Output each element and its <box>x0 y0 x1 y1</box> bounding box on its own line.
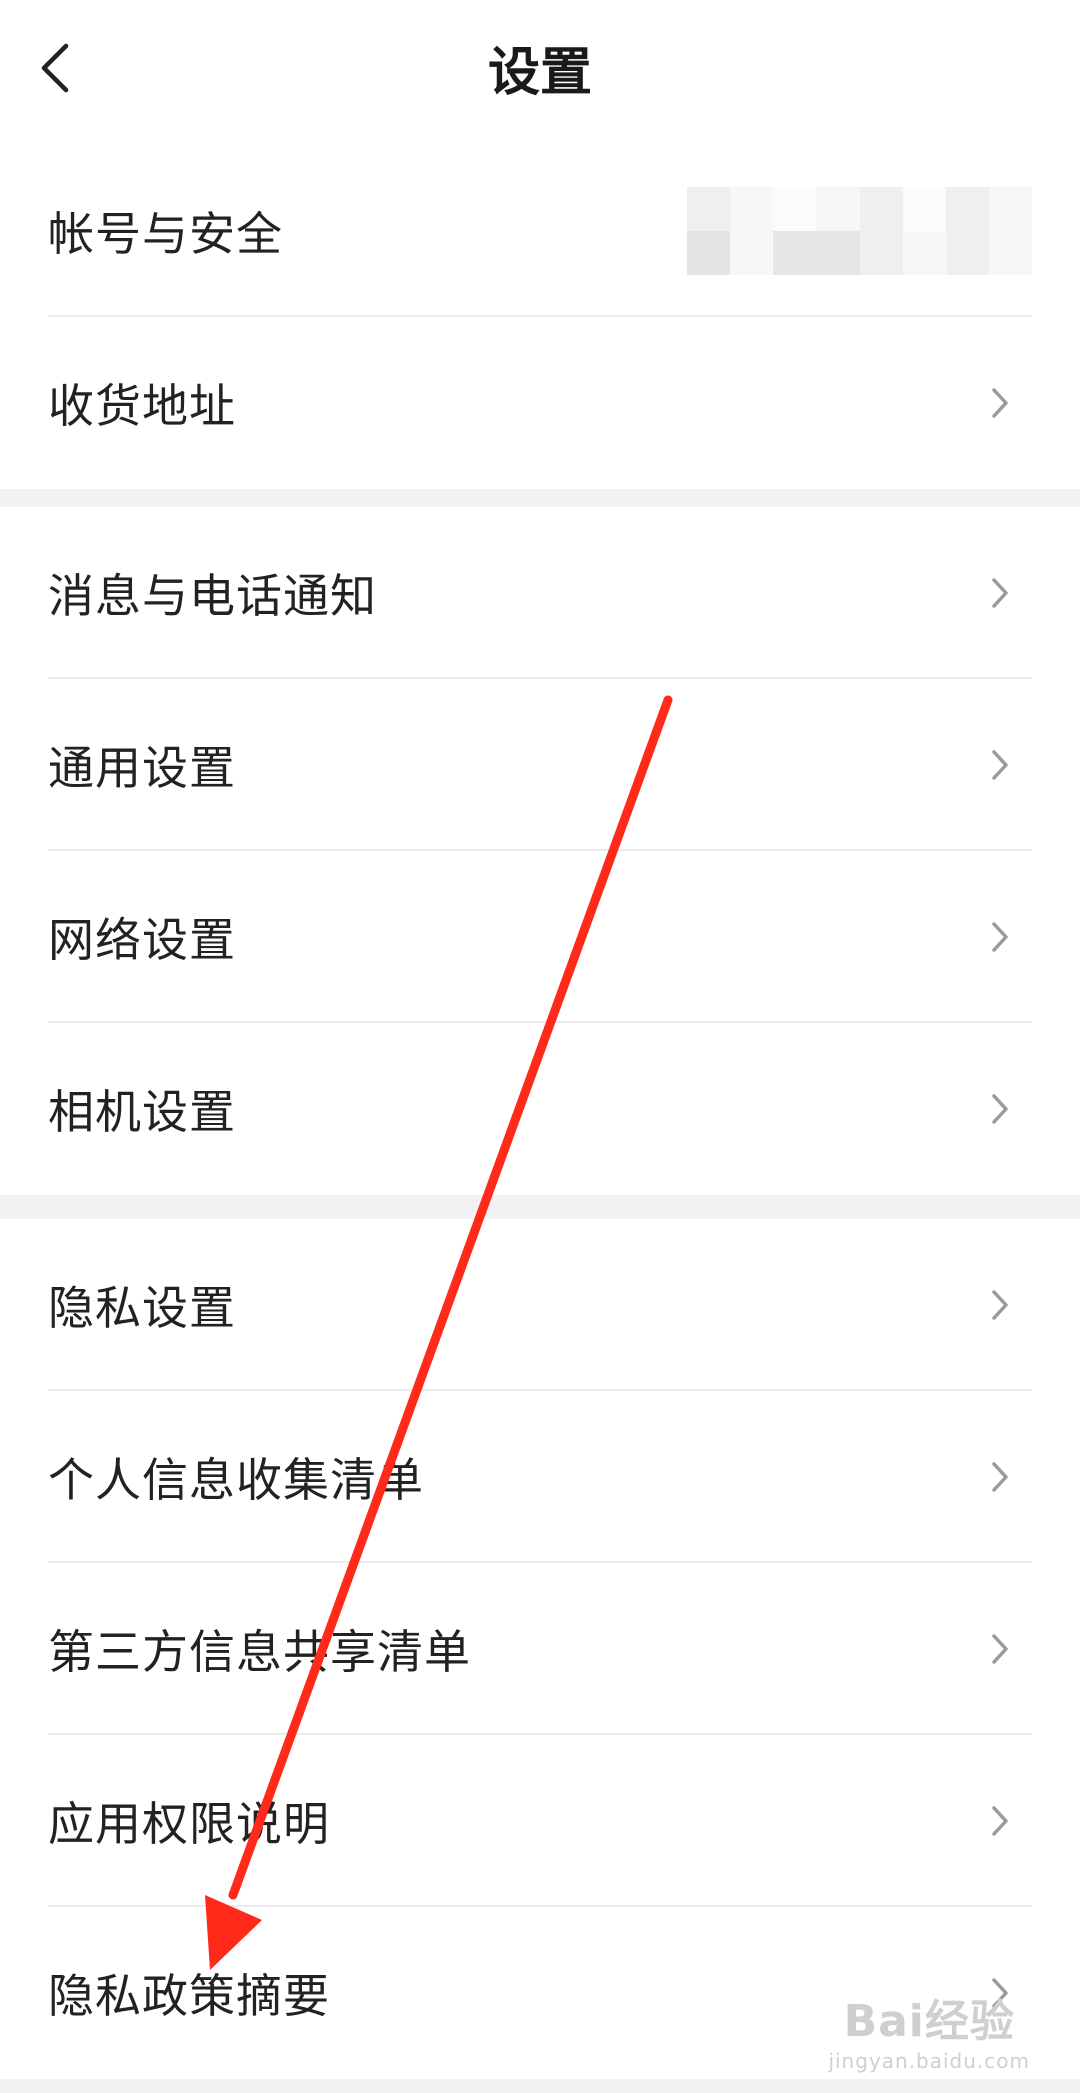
chevron-right-icon <box>992 578 1008 608</box>
settings-item-label: 隐私设置 <box>48 1281 236 1335</box>
page-title: 设置 <box>487 43 592 103</box>
settings-item-label: 个人信息收集清单 <box>48 1453 424 1507</box>
chevron-right-icon <box>992 1094 1008 1124</box>
settings-item-app-permissions[interactable]: 应用权限说明 <box>0 1735 1080 1907</box>
top-bar: 设置 <box>0 0 1080 145</box>
chevron-right-icon <box>992 922 1008 952</box>
settings-item-privacy-settings[interactable]: 隐私设置 <box>0 1219 1080 1391</box>
settings-item-label: 相机设置 <box>48 1085 236 1139</box>
masked-account-value <box>687 187 1032 275</box>
settings-item-third-party-sharing-list[interactable]: 第三方信息共享清单 <box>0 1563 1080 1735</box>
settings-group-privacy: 隐私设置 个人信息收集清单 第三方信息共享清单 应用权限说明 隐私政策摘要 <box>0 1219 1080 2079</box>
chevron-right-icon <box>992 1290 1008 1320</box>
bottom-separator <box>0 2079 1080 2093</box>
settings-item-network-settings[interactable]: 网络设置 <box>0 851 1080 1023</box>
chevron-right-icon <box>992 388 1008 418</box>
settings-item-account-security[interactable]: 帐号与安全 <box>0 145 1080 317</box>
section-separator <box>0 489 1080 507</box>
baidu-watermark: Bai经验 jingyan.baidu.com <box>828 1985 1030 2073</box>
watermark-url: jingyan.baidu.com <box>828 2049 1030 2073</box>
settings-item-shipping-address[interactable]: 收货地址 <box>0 317 1080 489</box>
settings-item-label: 应用权限说明 <box>48 1797 330 1851</box>
settings-item-label: 消息与电话通知 <box>48 569 377 623</box>
chevron-right-icon <box>992 750 1008 780</box>
settings-item-label: 帐号与安全 <box>48 207 283 261</box>
settings-item-label: 通用设置 <box>48 741 236 795</box>
settings-group-general: 消息与电话通知 通用设置 网络设置 相机设置 <box>0 507 1080 1195</box>
chevron-right-icon <box>992 1634 1008 1664</box>
settings-item-label: 隐私政策摘要 <box>48 1969 330 2023</box>
settings-group-account: 帐号与安全 收货地址 <box>0 145 1080 489</box>
settings-item-notifications[interactable]: 消息与电话通知 <box>0 507 1080 679</box>
settings-item-label: 第三方信息共享清单 <box>48 1625 471 1679</box>
settings-item-label: 收货地址 <box>48 379 236 433</box>
settings-item-label: 网络设置 <box>48 913 236 967</box>
settings-item-personal-info-list[interactable]: 个人信息收集清单 <box>0 1391 1080 1563</box>
settings-item-general-settings[interactable]: 通用设置 <box>0 679 1080 851</box>
chevron-right-icon <box>992 1806 1008 1836</box>
settings-item-camera-settings[interactable]: 相机设置 <box>0 1023 1080 1195</box>
watermark-brand: Bai经验 <box>843 1996 1015 2047</box>
chevron-right-icon <box>992 1462 1008 1492</box>
section-separator <box>0 1195 1080 1219</box>
